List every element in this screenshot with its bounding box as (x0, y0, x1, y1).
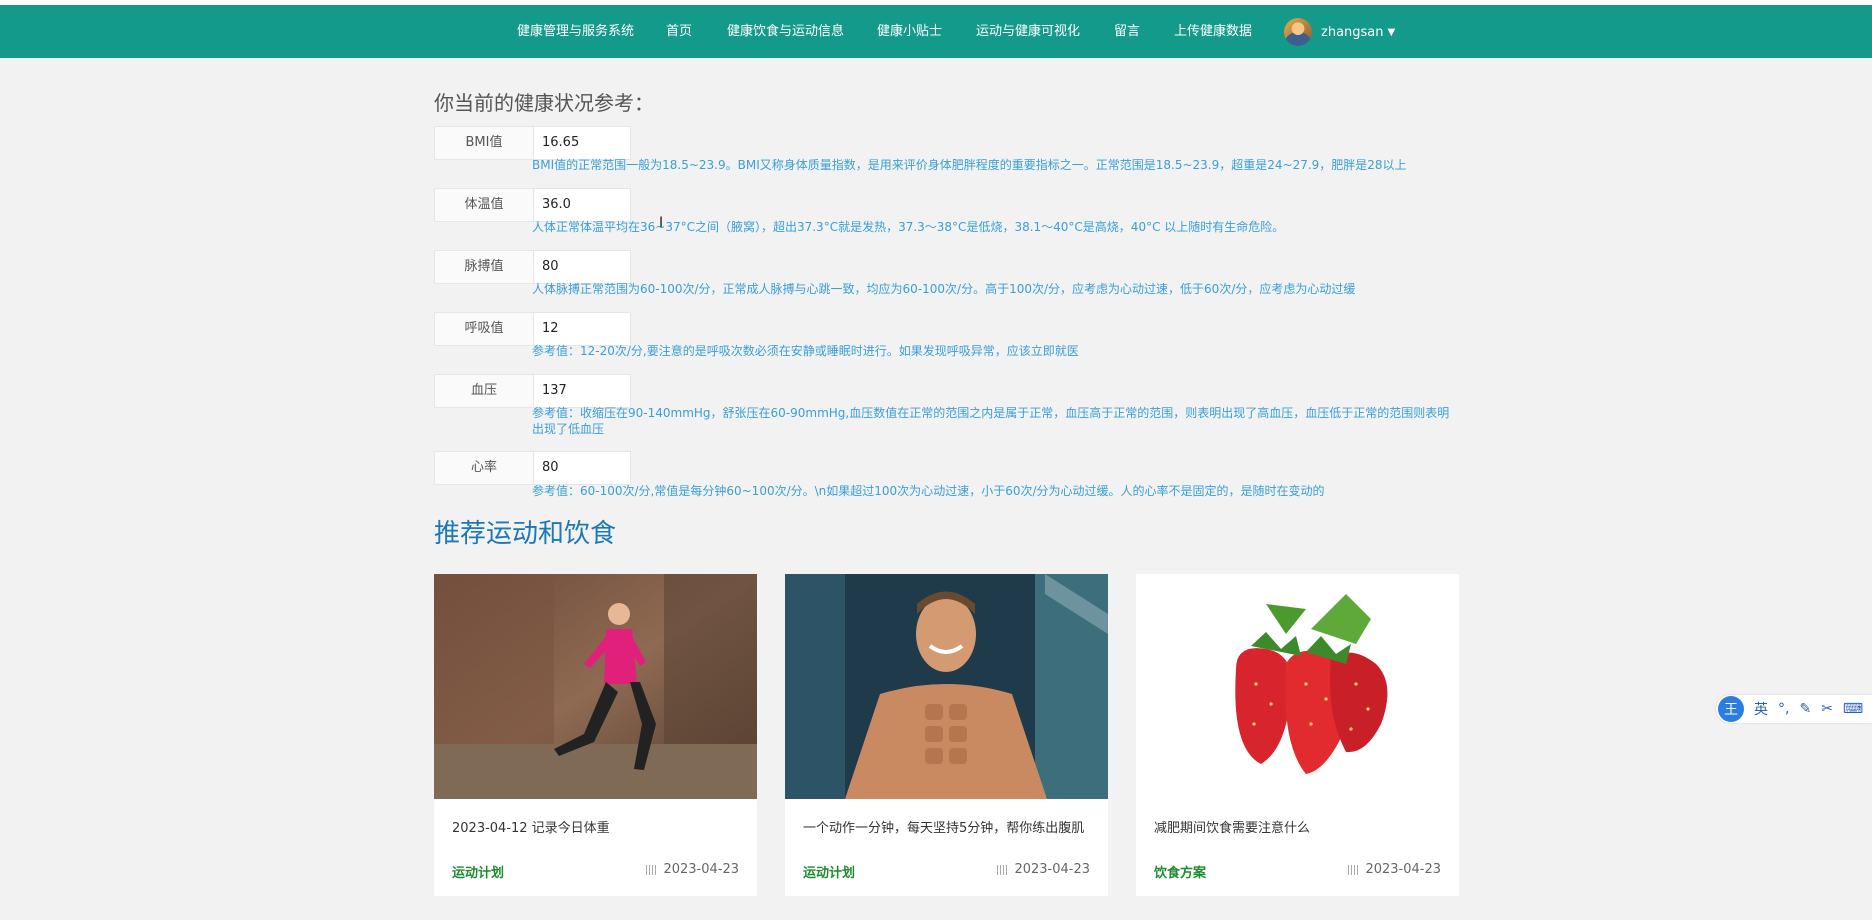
card-category[interactable]: 饮食方案 (1154, 862, 1206, 881)
text-cursor-icon: I (659, 215, 664, 231)
metric-note: 参考值：12-20次/分,要注意的是呼吸次数必须在安静或睡眠时进行。如果发现呼吸… (532, 344, 1079, 358)
metric-note: 人体脉搏正常范围为60-100次/分，正常成人脉搏与心跳一致，均应为60-100… (532, 282, 1356, 296)
respiration-input[interactable]: 12 (534, 312, 631, 346)
avatar (1284, 18, 1312, 46)
recommend-title: 推荐运动和饮食 (434, 519, 617, 549)
metric-heart-rate: 心率 80 (434, 451, 631, 485)
card-running[interactable]: 2023-04-12 记录今日体重 运动计划 2023-04-23 (434, 574, 757, 896)
bmi-input[interactable]: 16.65 (534, 126, 631, 160)
card-date: 2023-04-23 (1348, 862, 1441, 877)
pulse-input[interactable]: 80 (534, 250, 631, 284)
keyboard-icon[interactable]: ⌨ (1843, 701, 1863, 717)
nav-diet-exercise[interactable]: 健康饮食与运动信息 (727, 5, 844, 58)
metric-bmi: BMI值 16.65 (434, 126, 631, 160)
metric-label: 呼吸值 (434, 312, 534, 346)
punctuation-icon[interactable]: °, (1778, 701, 1789, 717)
card-date: 2023-04-23 (997, 862, 1090, 877)
card-title[interactable]: 2023-04-12 记录今日体重 (452, 817, 610, 836)
calendar-icon (646, 864, 658, 875)
card-abs[interactable]: 一个动作一分钟，每天坚持5分钟，帮你练出腹肌 运动计划 2023-04-23 (785, 574, 1108, 896)
metric-note: BMI值的正常范围一般为18.5~23.9。BMI又称身体质量指数，是用来评价身… (532, 158, 1407, 172)
metric-label: 体温值 (434, 188, 534, 222)
metric-blood-pressure: 血压 137 (434, 374, 631, 408)
ime-logo[interactable]: 王 (1718, 696, 1744, 722)
card-date: 2023-04-23 (646, 862, 739, 877)
temperature-input[interactable]: 36.0 (534, 188, 631, 222)
pen-icon[interactable]: ✎ (1799, 701, 1811, 717)
card-date-text: 2023-04-23 (663, 862, 739, 877)
nav-message[interactable]: 留言 (1114, 5, 1140, 58)
card-date-text: 2023-04-23 (1014, 862, 1090, 877)
card-title[interactable]: 减肥期间饮食需要注意什么 (1154, 817, 1310, 836)
health-title: 你当前的健康状况参考： (434, 91, 654, 115)
metric-note: 参考值：60-100次/分,常值是每分钟60~100次/分。\n如果超过100次… (532, 484, 1325, 498)
metric-pulse: 脉搏值 80 (434, 250, 631, 284)
ime-toolbar[interactable]: 王 英 °, ✎ ✂ ⌨ (1716, 695, 1872, 723)
card-category[interactable]: 运动计划 (452, 862, 504, 881)
navbar: 健康管理与服务系统 首页 健康饮食与运动信息 健康小贴士 运动与健康可视化 留言… (0, 5, 1872, 58)
metric-temperature: 体温值 36.0 (434, 188, 631, 222)
nav-visualization[interactable]: 运动与健康可视化 (976, 5, 1080, 58)
nav-brand[interactable]: 健康管理与服务系统 (517, 5, 634, 58)
username: zhangsan (1321, 24, 1384, 40)
ime-language-toggle[interactable]: 英 (1754, 699, 1768, 719)
calendar-icon (997, 864, 1009, 875)
metric-label: BMI值 (434, 126, 534, 160)
metric-label: 脉搏值 (434, 250, 534, 284)
nav-upload-data[interactable]: 上传健康数据 (1174, 5, 1252, 58)
heart-rate-input[interactable]: 80 (534, 451, 631, 485)
nav-home[interactable]: 首页 (666, 5, 692, 58)
metric-respiration: 呼吸值 12 (434, 312, 631, 346)
nav-health-tips[interactable]: 健康小贴士 (877, 5, 942, 58)
caret-down-icon: ▼ (1387, 26, 1396, 38)
calendar-icon (1348, 864, 1360, 875)
card-category[interactable]: 运动计划 (803, 862, 855, 881)
card-image-abs[interactable] (785, 574, 1108, 799)
metric-label: 血压 (434, 374, 534, 408)
card-image-runner[interactable] (434, 574, 757, 799)
metric-note: 人体正常体温平均在36~37°C之间（腋窝），超出37.3°C就是发热，37.3… (532, 220, 1285, 234)
metric-label: 心率 (434, 451, 534, 485)
blood-pressure-input[interactable]: 137 (534, 374, 631, 408)
scissors-icon[interactable]: ✂ (1821, 701, 1833, 717)
card-date-text: 2023-04-23 (1365, 862, 1441, 877)
card-diet[interactable]: 减肥期间饮食需要注意什么 饮食方案 2023-04-23 (1136, 574, 1459, 896)
metric-note: 参考值：收缩压在90-140mmHg，舒张压在60-90mmHg,血压数值在正常… (532, 406, 1450, 436)
card-title[interactable]: 一个动作一分钟，每天坚持5分钟，帮你练出腹肌 (803, 817, 1084, 836)
user-menu[interactable]: zhangsan ▼ (1284, 18, 1395, 46)
card-image-strawberries[interactable] (1136, 574, 1459, 799)
